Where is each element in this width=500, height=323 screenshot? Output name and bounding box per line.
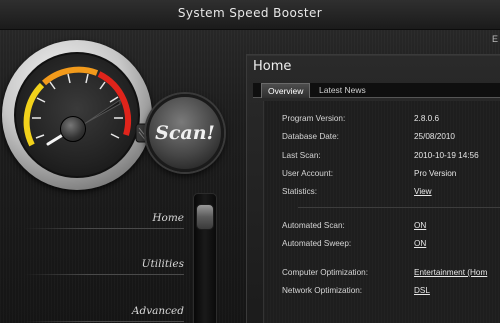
- gauge-dial: [23, 66, 131, 147]
- panel-title: Home: [253, 59, 292, 74]
- info-label: User Account:: [282, 169, 333, 178]
- tab-label: Overview: [268, 86, 304, 96]
- section-divider: [298, 207, 500, 208]
- gauge-arc-orange: [41, 66, 99, 86]
- nav-divider: [24, 321, 184, 322]
- tab-bar: Overview Latest News: [253, 83, 500, 98]
- gauge-hub: [60, 116, 86, 142]
- scan-button[interactable]: Scan!: [146, 94, 224, 172]
- info-value: Pro Version: [414, 169, 457, 178]
- nav-item-label: Home: [152, 212, 184, 224]
- info-value: 2.8.0.6: [414, 114, 440, 123]
- tab-latest-news[interactable]: Latest News: [313, 83, 372, 98]
- speed-gauge: [2, 40, 152, 190]
- window-title: System Speed Booster: [177, 6, 323, 20]
- tab-overview[interactable]: Overview: [261, 83, 311, 98]
- setting-label: Automated Sweep:: [282, 239, 352, 248]
- info-label: Last Scan:: [282, 151, 321, 160]
- nav-item-label: Utilities: [141, 258, 184, 270]
- automated-sweep-toggle-link[interactable]: ON: [414, 239, 426, 248]
- info-label: Database Date:: [282, 132, 339, 141]
- nav-item-utilities[interactable]: Utilities: [44, 258, 184, 270]
- setting-label: Automated Scan:: [282, 221, 345, 230]
- info-row-user-account: User Account: Pro Version: [282, 169, 500, 181]
- info-row-last-scan: Last Scan: 2010-10-19 14:56: [282, 151, 500, 163]
- title-bar: System Speed Booster: [0, 0, 500, 30]
- setting-row-automated-sweep: Automated Sweep: ON: [282, 239, 500, 251]
- info-value: 2010-10-19 14:56: [414, 151, 479, 160]
- setting-row-network-optimization: Network Optimization: DSL: [282, 286, 500, 298]
- info-label: Statistics:: [282, 187, 318, 196]
- nav-divider: [24, 228, 184, 229]
- nav-item-advanced[interactable]: Advanced: [44, 305, 184, 317]
- nav-item-home[interactable]: Home: [44, 212, 184, 224]
- nav-divider: [24, 274, 184, 275]
- setting-label: Computer Optimization:: [282, 268, 369, 277]
- info-label: Program Version:: [282, 114, 346, 123]
- setting-row-automated-scan: Automated Scan: ON: [282, 221, 500, 233]
- main-panel: Home Overview Latest News Program Versio…: [246, 54, 500, 323]
- computer-optimization-link[interactable]: Entertainment (Hom: [414, 268, 487, 277]
- setting-label: Network Optimization:: [282, 286, 363, 295]
- tab-label: Latest News: [319, 85, 366, 95]
- nav-item-label: Advanced: [131, 305, 184, 317]
- network-optimization-link[interactable]: DSL: [414, 286, 430, 295]
- info-row-database-date: Database Date: 25/08/2010: [282, 132, 500, 144]
- nav-slider-handle[interactable]: [196, 204, 214, 230]
- info-row-statistics: Statistics: View: [282, 187, 500, 199]
- window-corner-glyph: E: [492, 34, 499, 44]
- scan-button-label: Scan!: [155, 122, 215, 144]
- automated-scan-toggle-link[interactable]: ON: [414, 221, 426, 230]
- statistics-view-link[interactable]: View: [414, 187, 432, 196]
- app-window: System Speed Booster E Scan! Home Utilit…: [0, 0, 500, 323]
- setting-row-computer-optimization: Computer Optimization: Entertainment (Ho…: [282, 268, 500, 280]
- info-value: 25/08/2010: [414, 132, 455, 141]
- info-row-program-version: Program Version: 2.8.0.6: [282, 114, 500, 126]
